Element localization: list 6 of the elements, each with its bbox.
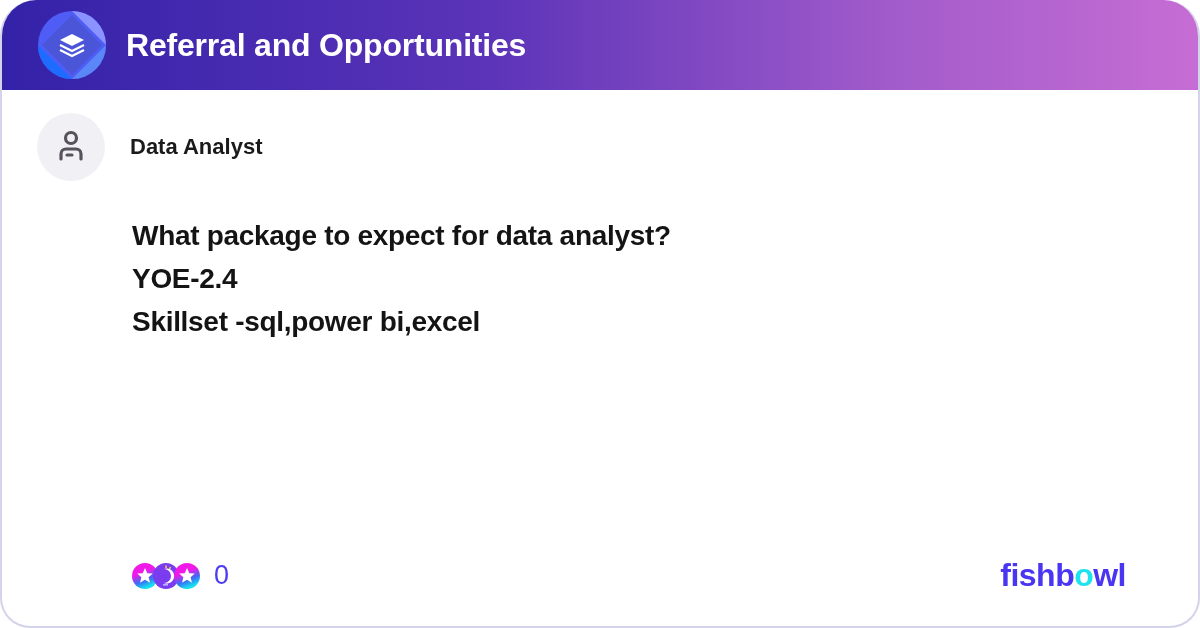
reaction-count: 0 [214,560,230,591]
author-name: Data Analyst [130,134,263,160]
header-title: Referral and Opportunities [126,26,527,64]
post-text: What package to expect for data analyst? YOE-2.4 Skillset -sql,power bi,excel [132,219,672,339]
brand-logo: fishbowl [1000,557,1126,594]
avatar-icon [37,113,105,181]
